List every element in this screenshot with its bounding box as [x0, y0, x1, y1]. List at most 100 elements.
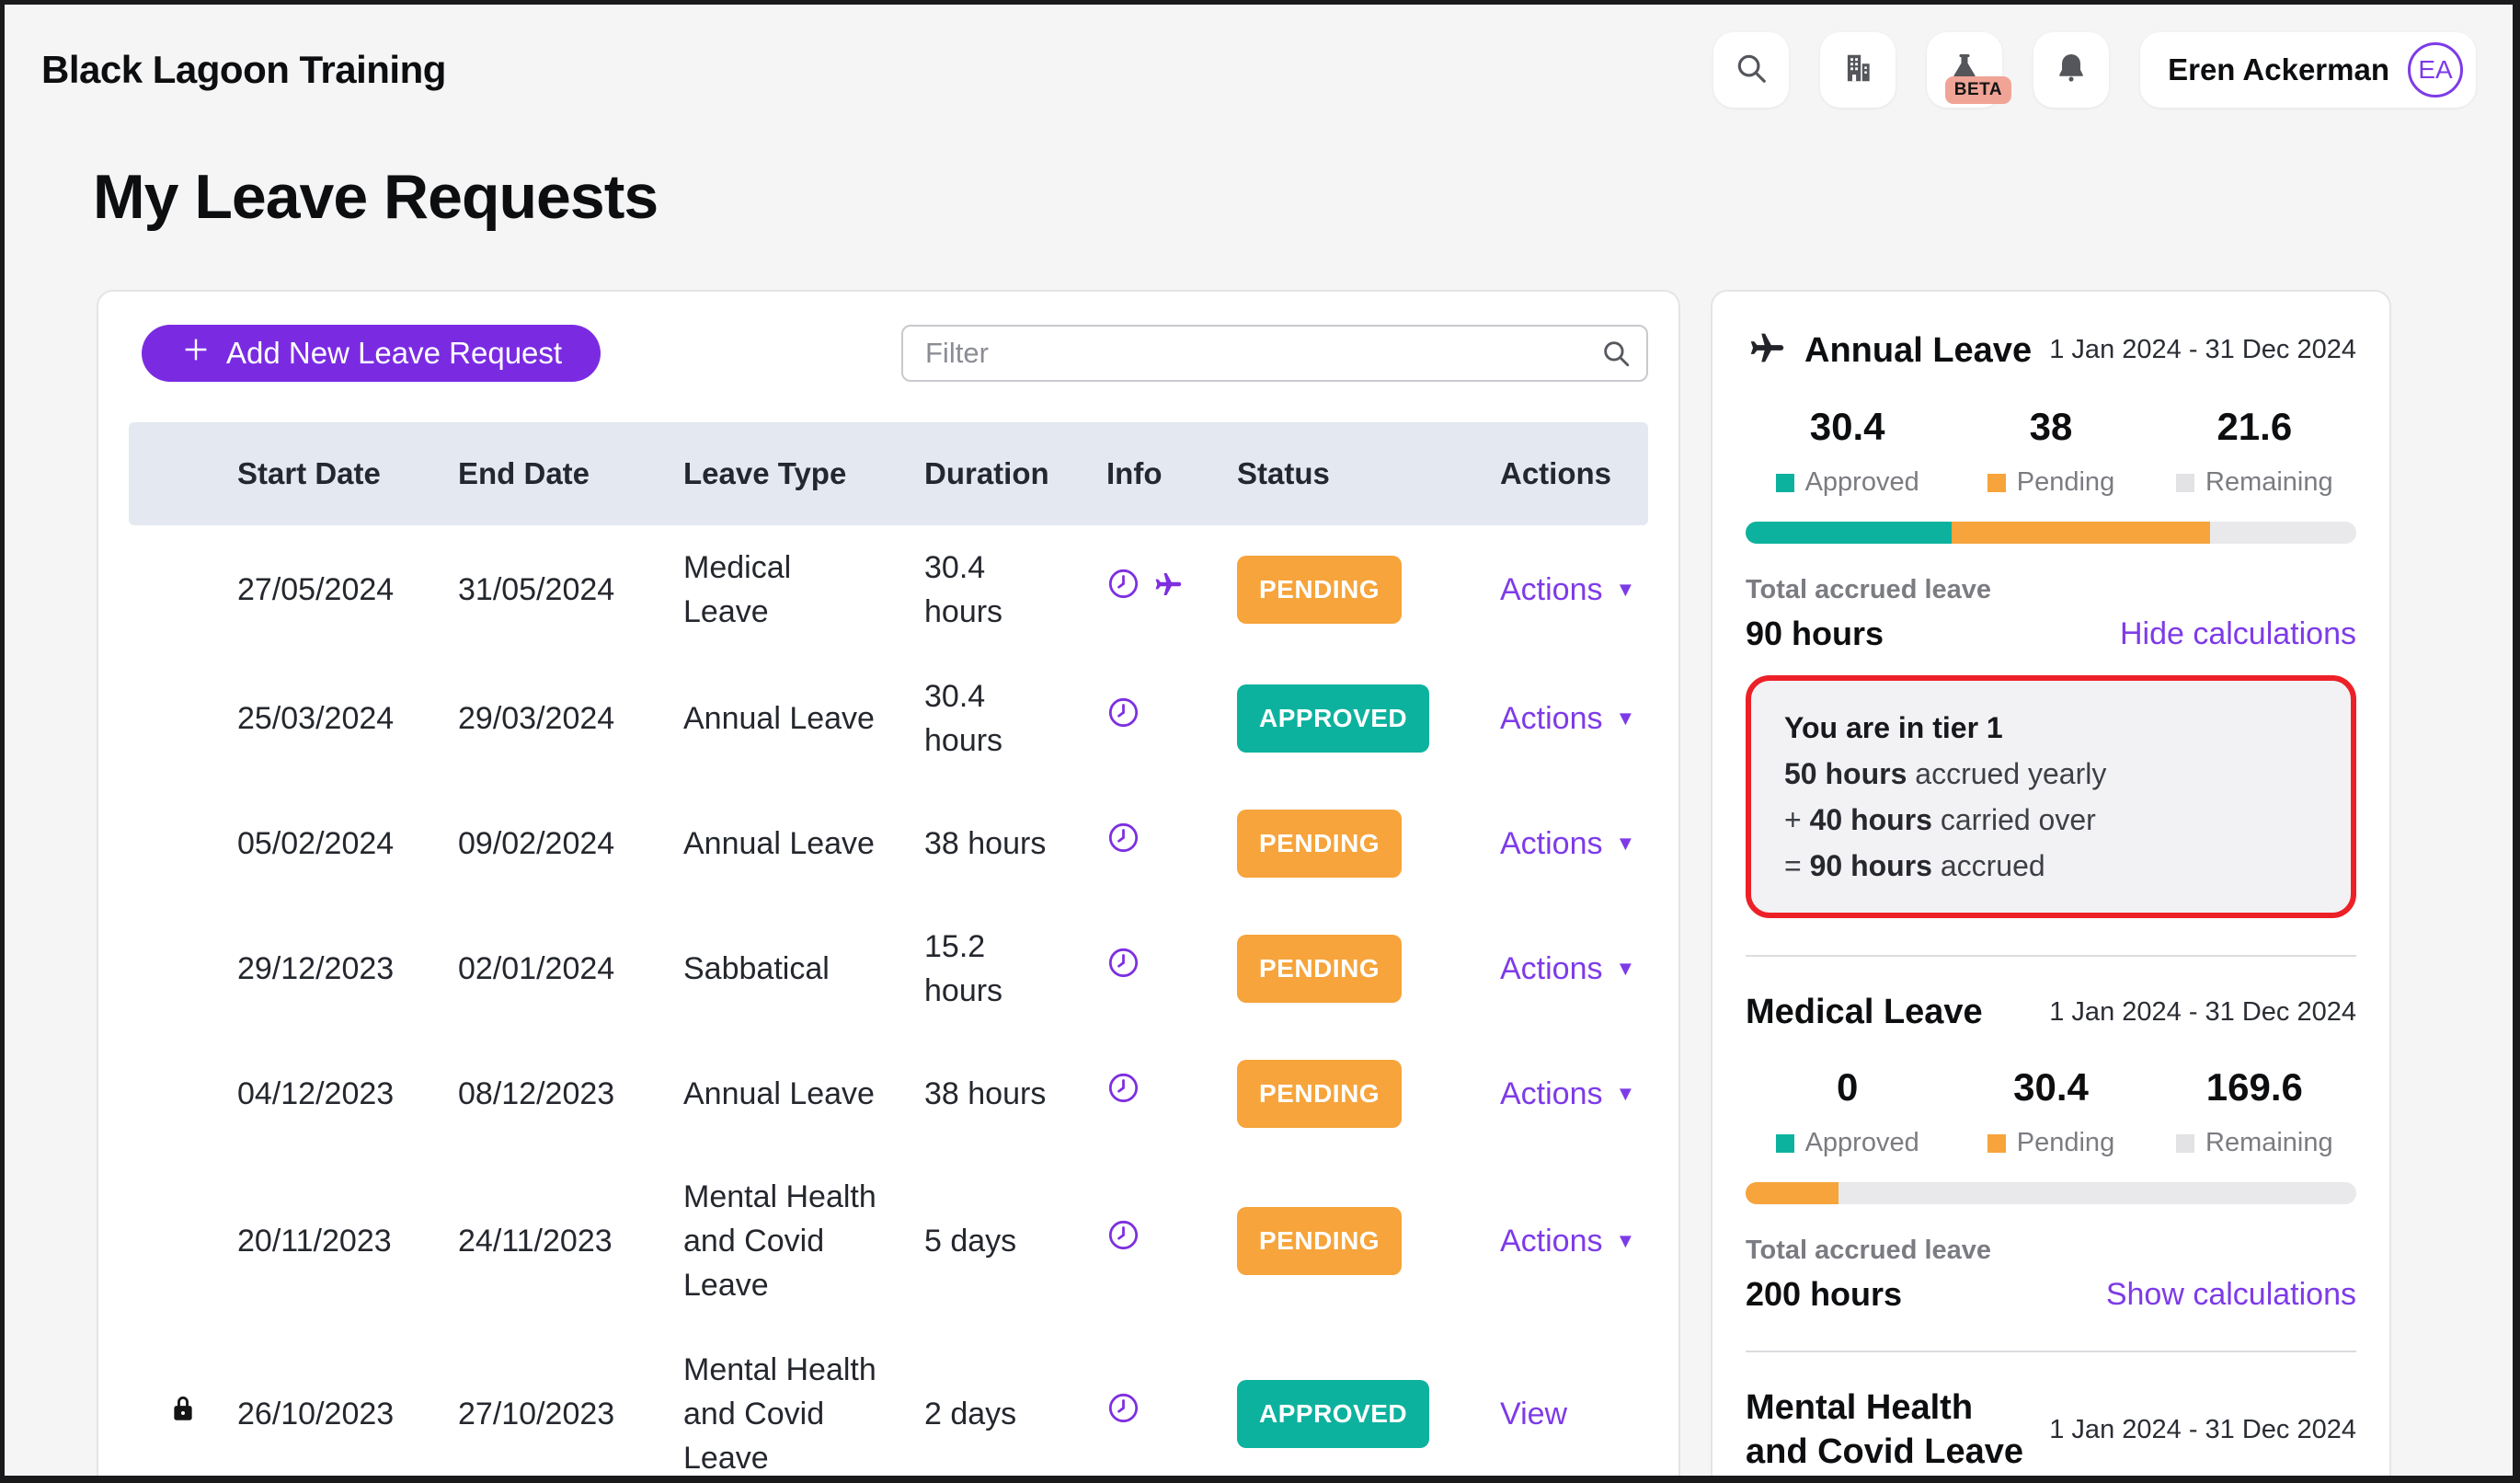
chevron-down-icon: ▼: [1616, 568, 1636, 612]
table-row: 26/10/2023 27/10/2023 Mental Health and …: [129, 1328, 1648, 1483]
legend-remaining: Remaining: [2153, 1128, 2356, 1158]
filter-search-icon: [1600, 338, 1632, 369]
start-date: 05/02/2024: [237, 822, 458, 866]
top-right-cluster: BETA Eren Ackerman EA: [1713, 32, 2476, 108]
clock-icon[interactable]: [1106, 821, 1140, 867]
section-title: Mental Health and Covid Leave: [1746, 1385, 2033, 1474]
remaining-value: 169.6: [2153, 1065, 2356, 1109]
col-leave-type: Leave Type: [683, 456, 924, 491]
leave-balances-card: Annual Leave 1 Jan 2024 - 31 Dec 2024 30…: [1711, 290, 2391, 1483]
clock-icon[interactable]: [1106, 1071, 1140, 1117]
filter-input[interactable]: [901, 325, 1648, 382]
chevron-down-icon: ▼: [1616, 696, 1636, 741]
annual-leave-progress-bar: [1746, 522, 2356, 544]
status-badge: APPROVED: [1237, 684, 1429, 753]
tier-calculation-box: You are in tier 1 50 hours accrued yearl…: [1746, 675, 2356, 918]
search-button[interactable]: [1713, 32, 1789, 108]
start-date: 29/12/2023: [237, 947, 458, 991]
hide-calculations-link[interactable]: Hide calculations: [2120, 616, 2356, 652]
organization-button[interactable]: [1820, 32, 1896, 108]
actions-dropdown[interactable]: Actions▼: [1467, 947, 1648, 991]
approved-value: 0: [1746, 1065, 1949, 1109]
clock-icon[interactable]: [1106, 1391, 1140, 1437]
tier-title: You are in tier 1: [1784, 705, 2318, 751]
col-status: Status: [1237, 456, 1467, 491]
actions-dropdown[interactable]: Actions▼: [1467, 568, 1648, 612]
col-info: Info: [1106, 456, 1237, 491]
section-date-range: 1 Jan 2024 - 31 Dec 2024: [2049, 335, 2356, 365]
duration: 15.2 hours: [924, 925, 1106, 1013]
plane-icon: [1746, 327, 1788, 374]
clock-icon[interactable]: [1106, 567, 1140, 613]
beta-badge: BETA: [1945, 76, 2011, 104]
end-date: 08/12/2023: [458, 1072, 683, 1116]
section-divider: [1746, 955, 2356, 957]
duration: 38 hours: [924, 822, 1106, 866]
status-badge: APPROVED: [1237, 1380, 1429, 1448]
leave-type: Annual Leave: [683, 1072, 924, 1116]
main-content: Add New Leave Request Start Date End Dat…: [97, 290, 2513, 1483]
mental-health-leave-section: Mental Health and Covid Leave 1 Jan 2024…: [1746, 1385, 2356, 1474]
chevron-down-icon: ▼: [1616, 822, 1636, 866]
end-date: 31/05/2024: [458, 568, 683, 612]
add-new-leave-request-button[interactable]: Add New Leave Request: [142, 325, 601, 382]
leave-requests-card: Add New Leave Request Start Date End Dat…: [97, 290, 1680, 1483]
leave-type: Mental Health and Covid Leave: [683, 1348, 924, 1480]
search-icon: [1734, 51, 1769, 90]
plane-icon[interactable]: [1151, 568, 1185, 613]
duration: 30.4 hours: [924, 546, 1106, 634]
app-viewport: Black Lagoon Training: [0, 0, 2520, 1483]
view-link[interactable]: View: [1467, 1392, 1648, 1436]
actions-dropdown[interactable]: Actions▼: [1467, 822, 1648, 866]
building-icon: [1840, 51, 1875, 90]
actions-dropdown[interactable]: Actions▼: [1467, 1219, 1648, 1263]
total-accrued-label: Total accrued leave: [1746, 1236, 2356, 1266]
add-button-label: Add New Leave Request: [226, 336, 562, 371]
legend-pending: Pending: [1949, 1128, 2152, 1158]
start-date: 27/05/2024: [237, 568, 458, 612]
table-row: 29/12/2023 02/01/2024 Sabbatical 15.2 ho…: [129, 904, 1648, 1033]
calc-line: = 90 hours accrued: [1784, 843, 2318, 889]
clock-icon[interactable]: [1106, 946, 1140, 992]
user-menu[interactable]: Eren Ackerman EA: [2140, 32, 2476, 108]
pending-value: 30.4: [1949, 1065, 2152, 1109]
chevron-down-icon: ▼: [1616, 947, 1636, 991]
filter-field-wrap: [901, 325, 1648, 382]
legend-approved: Approved: [1746, 467, 1949, 498]
end-date: 27/10/2023: [458, 1392, 683, 1436]
actions-dropdown[interactable]: Actions▼: [1467, 1072, 1648, 1116]
status-badge: PENDING: [1237, 935, 1402, 1003]
actions-dropdown[interactable]: Actions▼: [1467, 696, 1648, 741]
annual-leave-section: Annual Leave 1 Jan 2024 - 31 Dec 2024 30…: [1746, 327, 2356, 918]
status-badge: PENDING: [1237, 1060, 1402, 1128]
section-divider: [1746, 1351, 2356, 1352]
notifications-button[interactable]: [2033, 32, 2109, 108]
end-date: 02/01/2024: [458, 947, 683, 991]
labs-button[interactable]: BETA: [1927, 32, 2002, 108]
remaining-value: 21.6: [2153, 405, 2356, 449]
top-bar: Black Lagoon Training: [5, 5, 2513, 108]
clock-icon[interactable]: [1106, 696, 1140, 742]
duration: 30.4 hours: [924, 674, 1106, 763]
section-date-range: 1 Jan 2024 - 31 Dec 2024: [2049, 997, 2356, 1028]
show-calculations-link[interactable]: Show calculations: [2106, 1277, 2356, 1313]
table-row: 25/03/2024 29/03/2024 Annual Leave 30.4 …: [129, 654, 1648, 783]
legend-approved: Approved: [1746, 1128, 1949, 1158]
table-row: 04/12/2023 08/12/2023 Annual Leave 38 ho…: [129, 1033, 1648, 1155]
duration: 2 days: [924, 1392, 1106, 1436]
approved-value: 30.4: [1746, 405, 1949, 449]
table-row: 05/02/2024 09/02/2024 Annual Leave 38 ho…: [129, 783, 1648, 904]
page-title: My Leave Requests: [93, 161, 2513, 233]
col-start-date: Start Date: [237, 456, 458, 491]
status-badge: PENDING: [1237, 1207, 1402, 1275]
clock-icon[interactable]: [1106, 1218, 1140, 1264]
section-title: Annual Leave: [1804, 328, 2032, 373]
table-row: 20/11/2023 24/11/2023 Mental Health and …: [129, 1155, 1648, 1328]
col-duration: Duration: [924, 456, 1106, 491]
brand-title: Black Lagoon Training: [41, 48, 446, 92]
medical-leave-section: Medical Leave 1 Jan 2024 - 31 Dec 2024 0…: [1746, 990, 2356, 1314]
legend-remaining: Remaining: [2153, 467, 2356, 498]
col-actions: Actions: [1467, 456, 1648, 491]
total-accrued-value: 200 hours: [1746, 1275, 1902, 1314]
chevron-down-icon: ▼: [1616, 1219, 1636, 1263]
